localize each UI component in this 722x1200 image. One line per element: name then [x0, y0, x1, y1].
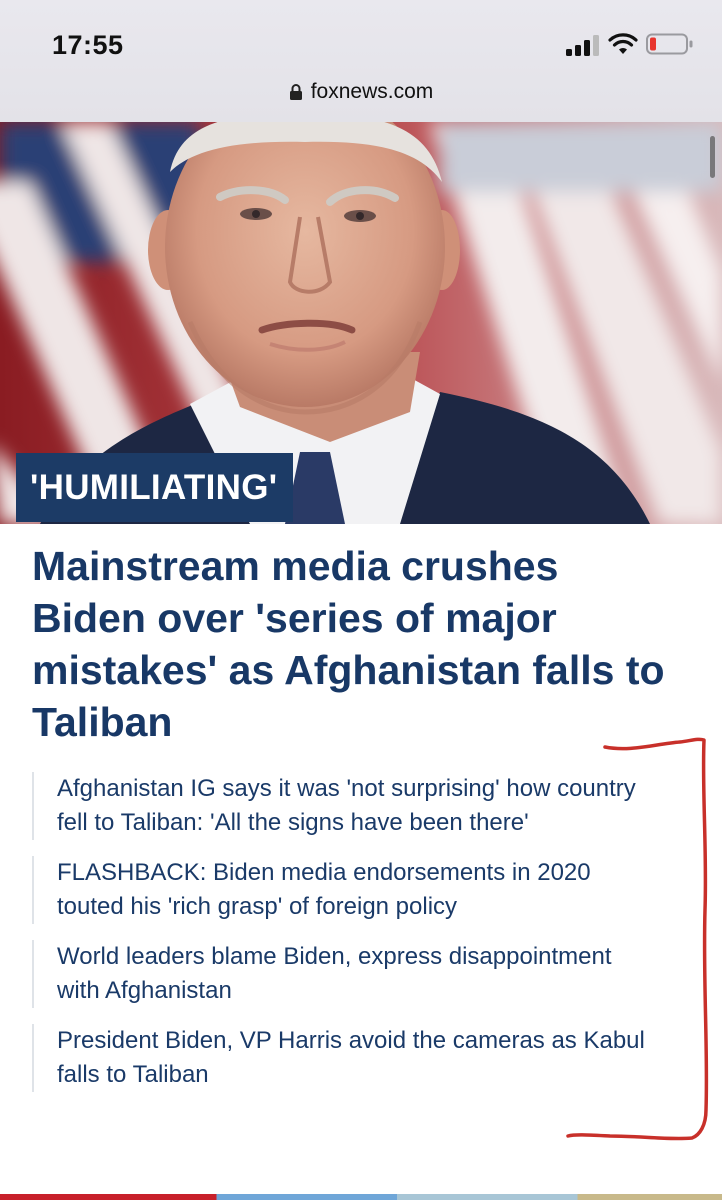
status-time: 17:55 [52, 30, 124, 60]
article-label: 'HUMILIATING' [16, 453, 294, 522]
battery-low-icon [646, 33, 693, 55]
url-text: foxnews.com [310, 80, 434, 103]
annotation-bracket [566, 737, 709, 1141]
scrollbar[interactable] [710, 136, 715, 178]
signal-icon [566, 34, 600, 56]
lock-icon [289, 84, 302, 100]
list-item: President Biden, VP Harris avoid the cam… [32, 1024, 652, 1092]
related-links: Afghanistan IG says it was 'not surprisi… [32, 772, 652, 1108]
address-bar[interactable]: foxnews.com [0, 72, 722, 112]
next-article-preview[interactable] [0, 1194, 722, 1200]
wifi-icon [608, 33, 638, 54]
list-item: FLASHBACK: Biden media endorsements in 2… [32, 856, 652, 924]
list-item: World leaders blame Biden, express disap… [32, 940, 652, 1008]
article-headline[interactable]: Mainstream media crushes Biden over 'ser… [32, 540, 682, 748]
list-item: Afghanistan IG says it was 'not surprisi… [32, 772, 652, 840]
status-bar: 17:55 foxnews.com [0, 0, 722, 122]
